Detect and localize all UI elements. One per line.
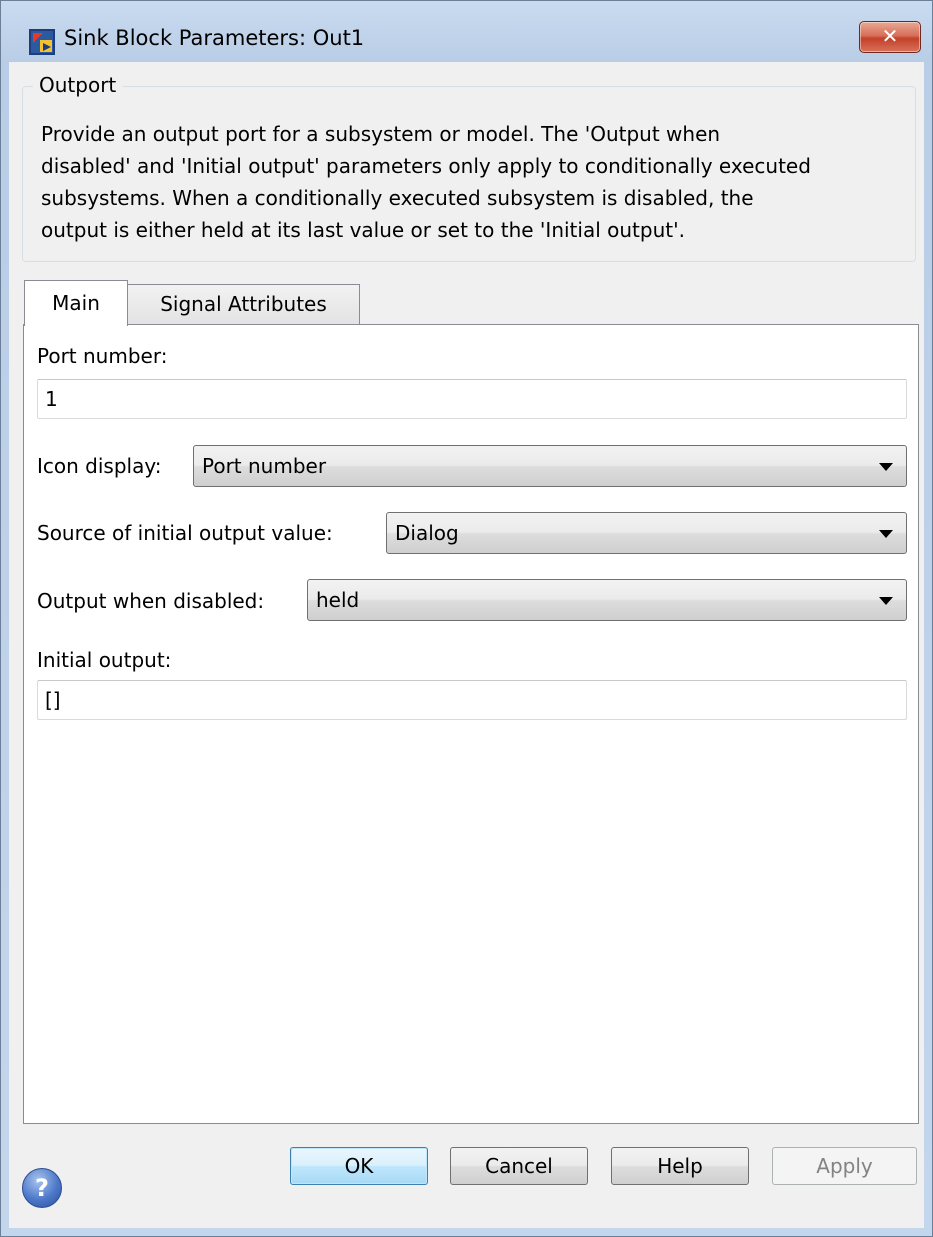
description-line: output is either held at its last value …	[41, 218, 685, 242]
initial-output-input[interactable]	[37, 680, 907, 720]
initial-output-label: Initial output:	[37, 648, 172, 672]
icon-display-label: Icon display:	[37, 454, 162, 478]
chevron-down-icon	[879, 597, 893, 605]
output-disabled-select[interactable]: held	[307, 579, 907, 621]
chevron-down-icon	[879, 530, 893, 538]
dialog-window: Sink Block Parameters: Out1 ✕ Outport Pr…	[0, 0, 933, 1237]
output-disabled-label: Output when disabled:	[37, 589, 265, 613]
group-title: Outport	[33, 72, 123, 98]
simulink-block-icon	[29, 29, 55, 55]
tab-main[interactable]: Main	[24, 280, 128, 326]
icon-display-select[interactable]: Port number	[193, 445, 907, 487]
source-initial-select[interactable]: Dialog	[386, 512, 907, 554]
port-number-input[interactable]	[37, 379, 907, 419]
cancel-button[interactable]: Cancel	[450, 1147, 588, 1185]
source-initial-value: Dialog	[395, 521, 459, 545]
close-button[interactable]: ✕	[859, 21, 921, 53]
port-number-label: Port number:	[37, 344, 168, 368]
dialog-client-area: Outport Provide an output port for a sub…	[9, 62, 924, 1228]
apply-button[interactable]: Apply	[772, 1147, 917, 1185]
icon-display-value: Port number	[202, 454, 327, 478]
main-tab-panel: Port number: Icon display: Port number S…	[23, 324, 919, 1124]
window-title: Sink Block Parameters: Out1	[64, 26, 365, 50]
chevron-down-icon	[879, 463, 893, 471]
help-button[interactable]: Help	[611, 1147, 749, 1185]
description-line: subsystems. When a conditionally execute…	[41, 186, 754, 210]
source-initial-label: Source of initial output value:	[37, 521, 333, 545]
help-icon[interactable]: ?	[22, 1168, 62, 1208]
description-line: Provide an output port for a subsystem o…	[41, 122, 721, 146]
tab-signal-attributes[interactable]: Signal Attributes	[127, 284, 360, 324]
block-description: Provide an output port for a subsystem o…	[41, 118, 916, 246]
output-disabled-value: held	[316, 588, 360, 612]
close-icon: ✕	[881, 24, 899, 48]
description-line: disabled' and 'Initial output' parameter…	[41, 154, 811, 178]
ok-button[interactable]: OK	[290, 1147, 428, 1185]
